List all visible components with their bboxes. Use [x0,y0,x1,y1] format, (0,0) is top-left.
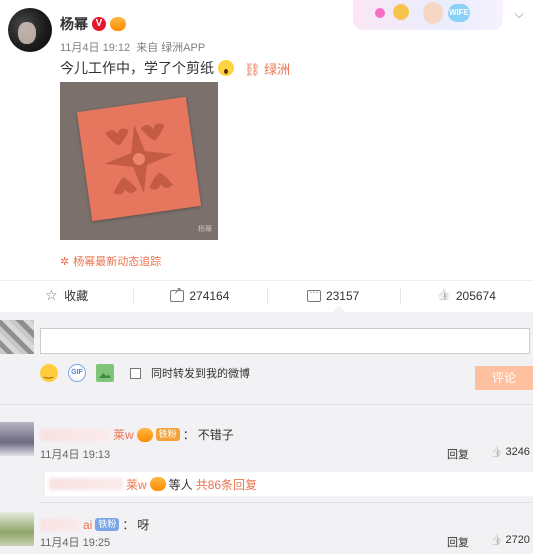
comment-like-count: 3246 [505,446,530,458]
fan-badge-icon [110,17,126,31]
reply-name-mask [49,478,123,490]
divider [0,404,533,405]
fan-level-badge: 铁粉 [95,518,120,531]
forward-count: 274164 [189,288,230,303]
commenter-avatar[interactable] [0,512,34,546]
comment-section: GIF 同时转发到我的微博 评论 莱w 铁粉 ： 不错子 11月4日 19:13… [0,312,533,554]
favorite-button[interactable]: 收藏 [0,281,133,310]
comment-input-box[interactable] [40,328,530,354]
link-icon: ⛓ [244,61,261,77]
commenter-name[interactable]: ai [83,518,92,532]
post-text: 今儿工作中，学了个剪纸 ⛓ 绿洲 [60,58,290,78]
post-body: 今儿工作中，学了个剪纸 [60,60,214,76]
gif-icon[interactable]: GIF [68,364,86,382]
location-link[interactable]: ⛓ 绿洲 [244,59,290,78]
comment-time: 11月4日 19:13 [40,449,111,461]
like-count: 205674 [455,288,496,303]
comment-like-count: 2720 [505,534,530,546]
author-avatar[interactable] [8,8,52,52]
commenter-avatar[interactable] [0,422,34,456]
comment-icon [306,285,321,302]
paper-cut-art [76,96,202,222]
comment-prefix: ： [182,428,195,442]
reply-name[interactable]: 莱w [126,476,147,493]
comment-like-button[interactable]: 2720 [490,534,530,546]
repost-checkbox[interactable] [130,367,141,379]
thumbs-up-icon [437,290,451,302]
verified-icon: V [92,17,106,31]
shocked-emoji-icon [218,60,234,76]
forward-icon [170,286,185,302]
reply-button[interactable]: 回复 [447,534,469,550]
comment-time: 11月4日 19:25 [40,537,111,549]
comment-input[interactable] [41,329,529,353]
divider [40,502,533,503]
author-line: 杨幂 V [60,14,126,34]
comment-text: 不错子 [197,428,234,442]
comment-count: 23157 [325,288,360,303]
favorite-label: 收藏 [64,289,89,303]
decoration-banner: WIFE [353,0,503,30]
reply-count[interactable]: 共86条回复 [196,476,257,493]
thumbs-up-icon [490,534,502,546]
star-icon [45,287,59,304]
reply-middle: 等人 [168,477,193,492]
author-name[interactable]: 杨幂 [60,14,88,34]
follow-link[interactable]: ✲ 杨幂最新动态追踪 [60,253,161,269]
my-avatar [0,320,34,354]
reply-button[interactable]: 回复 [447,446,469,462]
location-label: 绿洲 [264,61,291,77]
like-button[interactable]: 205674 [399,281,533,310]
post-photo[interactable]: 杨幂 [60,82,218,240]
chevron-down-icon[interactable]: ⌵ [511,6,527,22]
comment-1-line: 莱w 铁粉 ： 不错子 [40,426,234,443]
comment-like-button[interactable]: 3246 [490,446,530,458]
commenter-name-mask[interactable] [40,428,110,441]
emoji-icon[interactable] [40,364,58,382]
photo-signature: 杨幂 [198,226,212,233]
snowflake-icon: ✲ [60,255,70,268]
source-prefix: 来自 [136,42,159,54]
repost-label: 同时转发到我的微博 [151,368,250,380]
image-icon[interactable] [96,364,114,382]
action-bar: 收藏 274164 23157 205674 [0,280,533,310]
fan-badge-icon [136,427,153,442]
submit-comment-button[interactable]: 评论 [475,366,533,390]
comment-text: 呀 [137,518,150,532]
post-meta: 11月4日 19:12 来自 绿洲APP [60,39,208,55]
thumbs-up-icon [490,446,502,458]
post-time[interactable]: 11月4日 19:12 [60,42,130,54]
comment-2-line: ai 铁粉 ： 呀 [40,516,149,533]
fan-badge-icon [149,477,166,491]
follow-link-label: 杨幂最新动态追踪 [73,256,162,268]
commenter-name[interactable]: 莱w [113,426,134,443]
compose-toolbar: GIF 同时转发到我的微博 [40,364,250,382]
weibo-post: 杨幂 V WIFE ⌵ 11月4日 19:12 来自 绿洲APP 今儿工作中，学了… [0,0,533,278]
sub-reply-summary[interactable]: 莱w 等人 共86条回复 [45,472,533,496]
fan-level-badge: 铁粉 [155,428,180,441]
commenter-name-mask[interactable] [40,518,80,531]
post-source[interactable]: 绿洲APP [161,42,205,54]
comment-prefix: ： [122,518,135,532]
forward-button[interactable]: 274164 [133,281,266,310]
